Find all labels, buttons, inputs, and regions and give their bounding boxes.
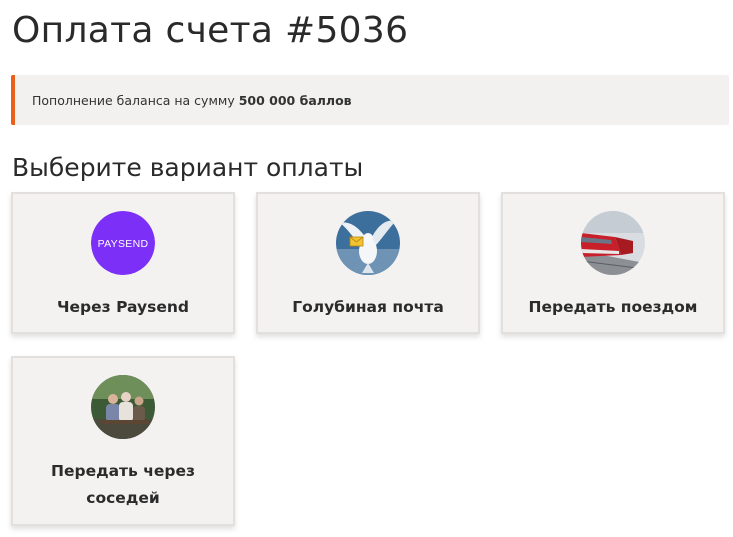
- notice-text: Пополнение баланса на сумму: [32, 92, 235, 108]
- balance-notice: Пополнение баланса на сумму 500 000 балл…: [11, 75, 729, 125]
- payment-page: Оплата счета #5036 Пополнение баланса на…: [0, 0, 733, 537]
- pigeon-mail-icon: [336, 211, 400, 275]
- payment-option-label: Голубиная почта: [292, 298, 444, 316]
- payment-option-neighbors[interactable]: Передать через соседей: [11, 356, 235, 526]
- payment-option-label: Передать поездом: [528, 298, 698, 316]
- notice-amount: 500 000 баллов: [238, 92, 352, 108]
- payment-option-paysend[interactable]: PAYSEND Через Paysend: [11, 192, 235, 334]
- payment-options-heading: Выберите вариант оплаты: [12, 153, 364, 182]
- train-icon: [581, 211, 645, 275]
- svg-text:PAYSEND: PAYSEND: [98, 238, 149, 250]
- neighbors-icon: [91, 375, 155, 439]
- payment-option-pigeon-mail[interactable]: Голубиная почта: [256, 192, 480, 334]
- payment-option-label: Через Paysend: [57, 298, 189, 316]
- page-title: Оплата счета #5036: [12, 10, 409, 51]
- paysend-logo-icon: PAYSEND: [91, 211, 155, 275]
- payment-option-train[interactable]: Передать поездом: [501, 192, 725, 334]
- payment-option-label: Передать через соседей: [50, 462, 196, 507]
